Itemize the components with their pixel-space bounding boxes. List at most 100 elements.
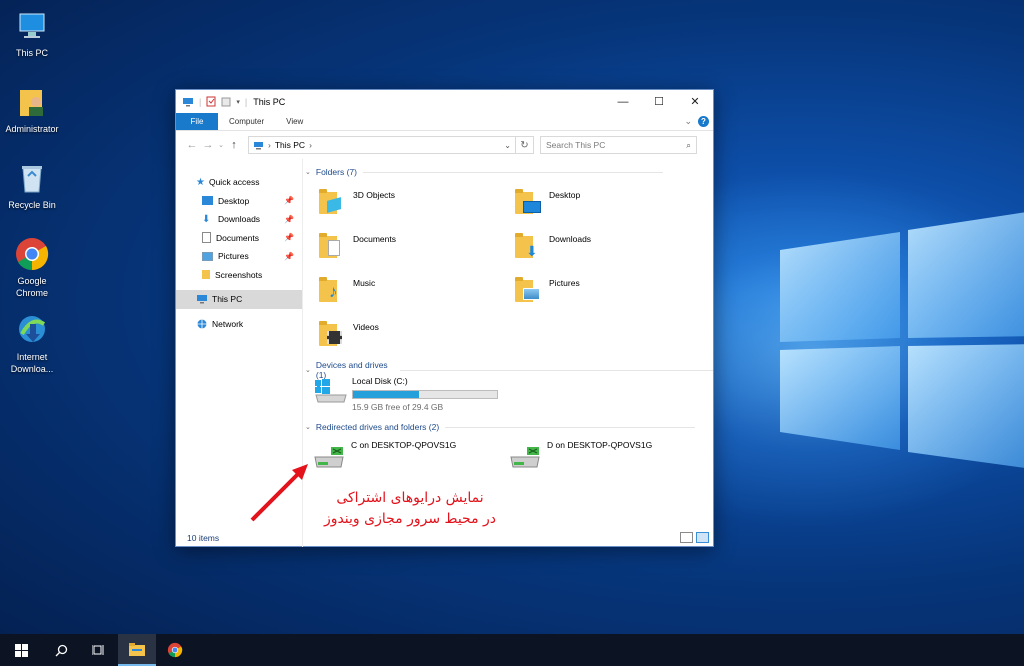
redirected-drive-d[interactable]: D on DESKTOP-QPOVS1G — [509, 439, 709, 475]
tab-computer[interactable]: Computer — [218, 113, 275, 130]
search-icon: ⌕ — [686, 139, 691, 150]
videos-folder-icon — [317, 318, 347, 348]
computer-icon — [254, 141, 263, 149]
divider — [445, 426, 696, 428]
redirected-drive-c[interactable]: C on DESKTOP-QPOVS1G — [313, 439, 503, 475]
desktop-icon-label: This PC — [15, 48, 48, 58]
folder-3d-objects[interactable]: 3D Objects — [317, 186, 517, 226]
divider — [399, 369, 713, 371]
drive-name: C on DESKTOP-QPOVS1G — [351, 440, 457, 450]
folder-name: Music — [353, 278, 376, 288]
desktop-icon-administrator[interactable]: Administrator — [0, 84, 64, 135]
details-view-icon[interactable] — [680, 532, 693, 543]
breadcrumb-separator-icon[interactable]: › — [309, 140, 312, 150]
desktop-icon-label: Recycle Bin — [8, 200, 56, 210]
ribbon-tabs: File Computer View ⌄ ? — [176, 113, 713, 131]
title-bar[interactable]: | ▾ | This PC — ☐ ✕ — [176, 90, 713, 113]
recycle-bin-icon — [14, 160, 50, 196]
nav-item-pictures[interactable]: Pictures 📌 — [176, 247, 302, 266]
search-input[interactable]: Search This PC ⌕ — [540, 136, 697, 154]
nav-label: Desktop — [218, 195, 250, 206]
taskbar-file-explorer[interactable] — [118, 634, 156, 666]
nav-network[interactable]: Network — [176, 315, 302, 334]
desktop-icon-recycle-bin[interactable]: Recycle Bin — [0, 160, 64, 211]
recent-locations-button[interactable]: ⌄ — [216, 141, 226, 149]
properties-icon[interactable] — [206, 96, 216, 107]
nav-label: Pictures — [218, 251, 249, 262]
folder-pictures[interactable]: Pictures — [513, 274, 713, 314]
tab-file[interactable]: File — [176, 113, 218, 130]
star-icon: ★ — [196, 176, 205, 188]
nav-label: Screenshots — [215, 269, 263, 280]
desktop-icon-internet-download-manager[interactable]: Internet Downloa... — [0, 312, 64, 375]
minimize-button[interactable]: — — [605, 90, 641, 113]
computer-icon — [14, 8, 50, 44]
annotation-line-1: نمایش درایوهای اشتراکی — [336, 490, 484, 506]
nav-item-screenshots[interactable]: Screenshots — [176, 266, 302, 285]
desktop-icon-this-pc[interactable]: This PC — [0, 8, 64, 59]
nav-label: Downloads — [218, 214, 261, 225]
folder-videos[interactable]: Videos — [317, 318, 517, 358]
status-item-count: 10 items — [187, 533, 220, 543]
nav-item-downloads[interactable]: ⬇ Downloads 📌 — [176, 210, 302, 229]
up-button[interactable]: ↑ — [226, 139, 242, 151]
window-title: This PC — [253, 96, 286, 107]
large-icons-view-icon[interactable] — [696, 532, 709, 543]
back-button[interactable]: ← — [184, 139, 200, 151]
downloads-folder-icon: ⬇ — [513, 230, 543, 260]
expand-ribbon-icon[interactable]: ⌄ — [684, 116, 692, 127]
address-bar[interactable]: › This PC › ⌄ — [248, 136, 516, 154]
nav-item-documents[interactable]: Documents 📌 — [176, 229, 302, 248]
pin-icon: 📌 — [284, 251, 294, 261]
desktop-folder-icon — [513, 186, 543, 216]
taskbar-chrome[interactable] — [156, 634, 194, 666]
task-view-icon — [92, 645, 104, 655]
close-button[interactable]: ✕ — [677, 90, 713, 113]
address-dropdown-icon[interactable]: ⌄ — [504, 141, 511, 150]
start-button[interactable] — [0, 634, 42, 666]
maximize-button[interactable]: ☐ — [641, 90, 677, 113]
pin-icon: 📌 — [284, 214, 294, 224]
nav-label: This PC — [212, 294, 243, 305]
nav-quick-access[interactable]: ★ Quick access — [176, 173, 302, 192]
help-icon[interactable]: ? — [698, 116, 709, 127]
desktop-icon-label: Administrator — [5, 124, 59, 134]
drive-free-space: 15.9 GB free of 29.4 GB — [352, 402, 444, 412]
folder-documents[interactable]: Documents — [317, 230, 517, 270]
chevron-down-icon: ⌄ — [305, 367, 311, 374]
network-drive-icon — [314, 447, 344, 468]
windows-wallpaper-logo — [780, 212, 1024, 468]
annotation-text: نمایش درایوهای اشتراکی در محیط سرور مجاز… — [300, 488, 520, 530]
computer-icon — [183, 97, 193, 106]
forward-button[interactable]: → — [200, 139, 216, 151]
chrome-icon — [14, 236, 50, 272]
drive-usage-bar — [352, 390, 498, 399]
group-header-redirected[interactable]: ⌄ Redirected drives and folders (2) — [305, 422, 696, 432]
nav-item-desktop[interactable]: Desktop 📌 — [176, 192, 302, 211]
chrome-icon — [167, 642, 183, 658]
nav-this-pc[interactable]: This PC — [176, 290, 302, 309]
search-placeholder: Search This PC — [546, 140, 606, 150]
folder-downloads[interactable]: ⬇ Downloads — [513, 230, 713, 270]
chevron-down-icon[interactable]: ▾ — [236, 98, 240, 106]
refresh-button[interactable]: ↻ — [516, 136, 534, 154]
pin-icon: 📌 — [284, 196, 294, 206]
tab-view[interactable]: View — [275, 113, 314, 130]
quick-access-toolbar: | ▾ | — [182, 96, 247, 107]
new-folder-icon[interactable] — [221, 96, 231, 107]
breadcrumb-this-pc[interactable]: This PC — [275, 140, 305, 150]
annotation-line-2: در محیط سرور مجازی ویندوز — [323, 511, 497, 527]
folder-music[interactable]: ♪ Music — [317, 274, 517, 314]
group-header-folders[interactable]: ⌄ Folders (7) — [305, 167, 663, 177]
drive-usage-fill — [353, 391, 420, 398]
drive-local-disk-c[interactable]: Local Disk (C:) 15.9 GB free of 29.4 GB — [314, 376, 514, 412]
computer-icon — [197, 295, 207, 304]
task-view-button[interactable] — [80, 634, 118, 666]
search-icon — [55, 644, 67, 656]
folder-name: 3D Objects — [353, 190, 396, 200]
search-button[interactable] — [42, 634, 80, 666]
folder-name: Documents — [353, 234, 396, 244]
folder-desktop[interactable]: Desktop — [513, 186, 713, 226]
windows-start-icon — [14, 643, 28, 657]
desktop-icon-chrome[interactable]: Google Chrome — [0, 236, 64, 299]
